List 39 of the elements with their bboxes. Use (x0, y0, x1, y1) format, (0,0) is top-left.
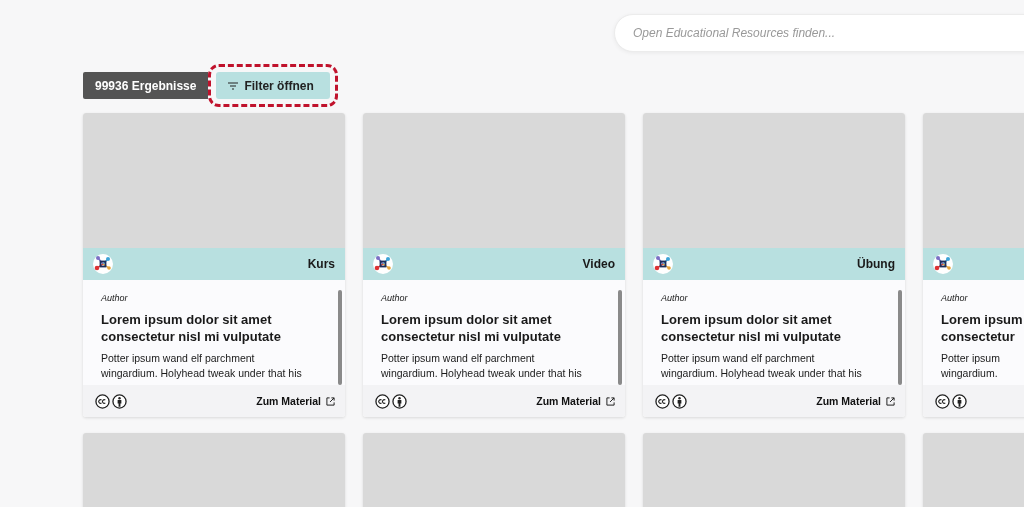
scrollbar[interactable] (338, 290, 342, 385)
search-field[interactable]: Open Educational Resources finden... (614, 14, 1024, 52)
card-title: Lorem ipsum dolor sit amet consectetur nisl mi vulputate (661, 311, 842, 345)
external-link-icon (326, 396, 335, 406)
card-description: Potter ipsum wingardium. (941, 351, 1001, 381)
external-link-icon (606, 396, 615, 406)
person-icon (392, 393, 407, 409)
network-logo-icon (933, 254, 953, 274)
cc-icon (375, 393, 390, 409)
person-icon (672, 393, 687, 409)
type-label: Übung (857, 257, 895, 271)
author: Author (101, 293, 128, 303)
network-logo-icon (373, 254, 393, 274)
network-logo-icon (653, 254, 673, 274)
filter-icon (228, 81, 239, 90)
author: Author (381, 293, 408, 303)
type-label: Video (582, 257, 615, 271)
person-icon (112, 393, 127, 409)
card-title: Lorem ipsum dolor sit amet consectetur nisl mi vulputate (101, 311, 282, 345)
scrollbar[interactable] (618, 290, 622, 385)
card-description: Potter ipsum wand elf parchment wingardium. Holyhead tweak under that his (101, 351, 303, 381)
results-count: 99936 Ergebnisse (83, 72, 209, 99)
person-icon (952, 393, 967, 409)
scrollbar[interactable] (898, 290, 902, 385)
card-description: Potter ipsum wand elf parchment wingardium. Holyhead tweak under that his (381, 351, 583, 381)
material-link[interactable]: Zum Material (256, 395, 335, 407)
external-link-icon (886, 396, 895, 406)
cc-icon (655, 393, 670, 409)
card-description: Potter ipsum wand elf parchment wingardium. Holyhead tweak under that his (661, 351, 863, 381)
cc-icon (935, 393, 950, 409)
type-label: Kurs (307, 257, 335, 271)
network-logo-icon (93, 254, 113, 274)
author: Author (661, 293, 688, 303)
card-title: Lorem ipsum dolor sit amet consectetur nisl mi vulputate (381, 311, 562, 345)
material-link[interactable]: Zum Material (816, 395, 895, 407)
author: Author (941, 293, 968, 303)
material-link[interactable]: Zum Material (536, 395, 615, 407)
cc-icon (95, 393, 110, 409)
card-title: Lorem ipsum consectetur (941, 311, 1024, 345)
